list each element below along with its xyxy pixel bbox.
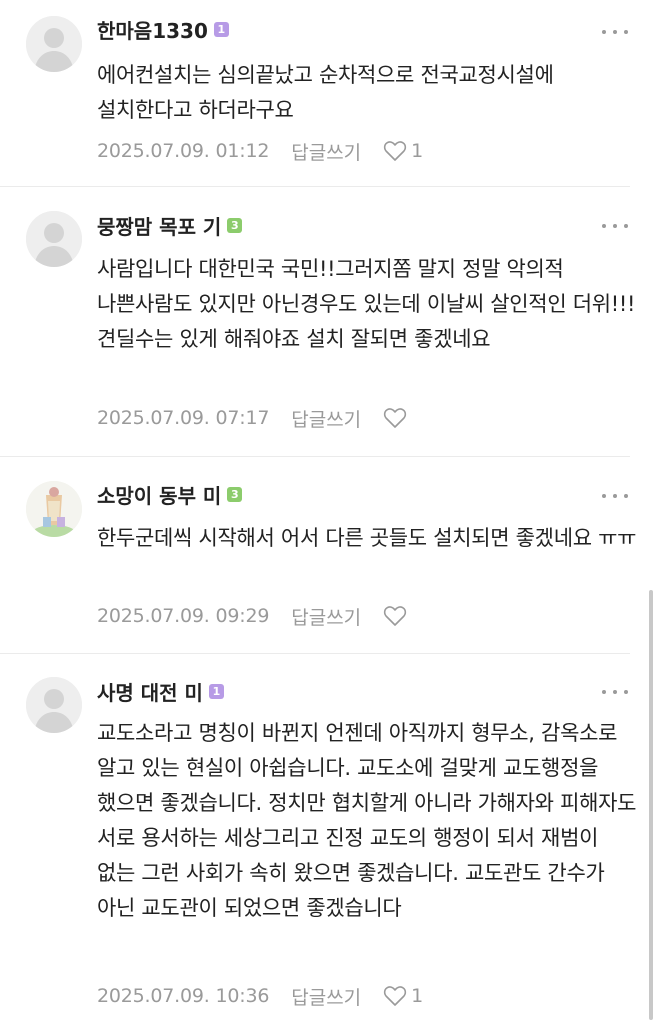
level-badge: 1: [208, 683, 224, 699]
reply-button[interactable]: 답글쓰기: [291, 983, 361, 1010]
comment-text: 교도소라고 명칭이 바뀐지 언젠데 아직까지 형무소, 감옥소로 알고 있는 현…: [97, 721, 637, 920]
more-options-icon[interactable]: [602, 22, 628, 42]
like-count: 1: [411, 985, 424, 1007]
like-count: 1: [411, 140, 424, 162]
divider: [0, 186, 630, 187]
more-options-icon[interactable]: [602, 486, 628, 506]
comment-date: 2025.07.09. 10:36: [97, 985, 270, 1007]
heart-icon: [384, 408, 407, 428]
comment-date: 2025.07.09. 09:29: [97, 605, 270, 627]
divider: [0, 653, 630, 654]
comment-text: 한두군데씩 시작해서 어서 다른 곳들도 설치되면 좋겠네요 ㅠㅠ: [97, 526, 637, 550]
nickname[interactable]: 뭉짱맘 목포 기: [97, 211, 221, 240]
profile-photo-icon: [26, 481, 82, 537]
comment-text: 사람입니다 대한민국 국민!!그러지쫌 말지 정말 악의적 나쁜사람도 있지만 …: [97, 257, 636, 351]
default-avatar-icon: [26, 677, 82, 733]
avatar[interactable]: [26, 481, 82, 537]
like-button[interactable]: [383, 407, 411, 429]
default-avatar-icon: [26, 211, 82, 267]
reply-button[interactable]: 답글쓰기: [291, 603, 361, 630]
like-button[interactable]: 1: [383, 985, 423, 1007]
scrollbar[interactable]: [649, 590, 653, 1020]
level-badge: 3: [227, 486, 243, 502]
heart-icon: [384, 986, 407, 1006]
comment-text: 에어컨설치는 심의끝났고 순차적으로 전국교정시설에 설치한다고 하더라구요: [97, 63, 554, 122]
level-badge: 3: [227, 217, 243, 233]
comment-date: 2025.07.09. 07:17: [97, 407, 270, 429]
heart-icon: [384, 141, 407, 161]
avatar[interactable]: [26, 211, 82, 267]
like-button[interactable]: 1: [383, 140, 423, 162]
level-badge: 1: [213, 21, 229, 37]
more-options-icon[interactable]: [602, 682, 628, 702]
avatar[interactable]: [26, 677, 82, 733]
more-options-icon[interactable]: [602, 216, 628, 236]
divider: [0, 456, 630, 457]
like-button[interactable]: [383, 605, 411, 627]
reply-button[interactable]: 답글쓰기: [291, 405, 361, 432]
nickname[interactable]: 사명 대전 미: [97, 677, 203, 706]
nickname[interactable]: 한마음1330: [97, 15, 208, 44]
avatar[interactable]: [26, 16, 82, 72]
default-avatar-icon: [26, 16, 82, 72]
nickname[interactable]: 소망이 동부 미: [97, 480, 221, 509]
reply-button[interactable]: 답글쓰기: [291, 138, 361, 165]
heart-icon: [384, 606, 407, 626]
comment-date: 2025.07.09. 01:12: [97, 140, 270, 162]
